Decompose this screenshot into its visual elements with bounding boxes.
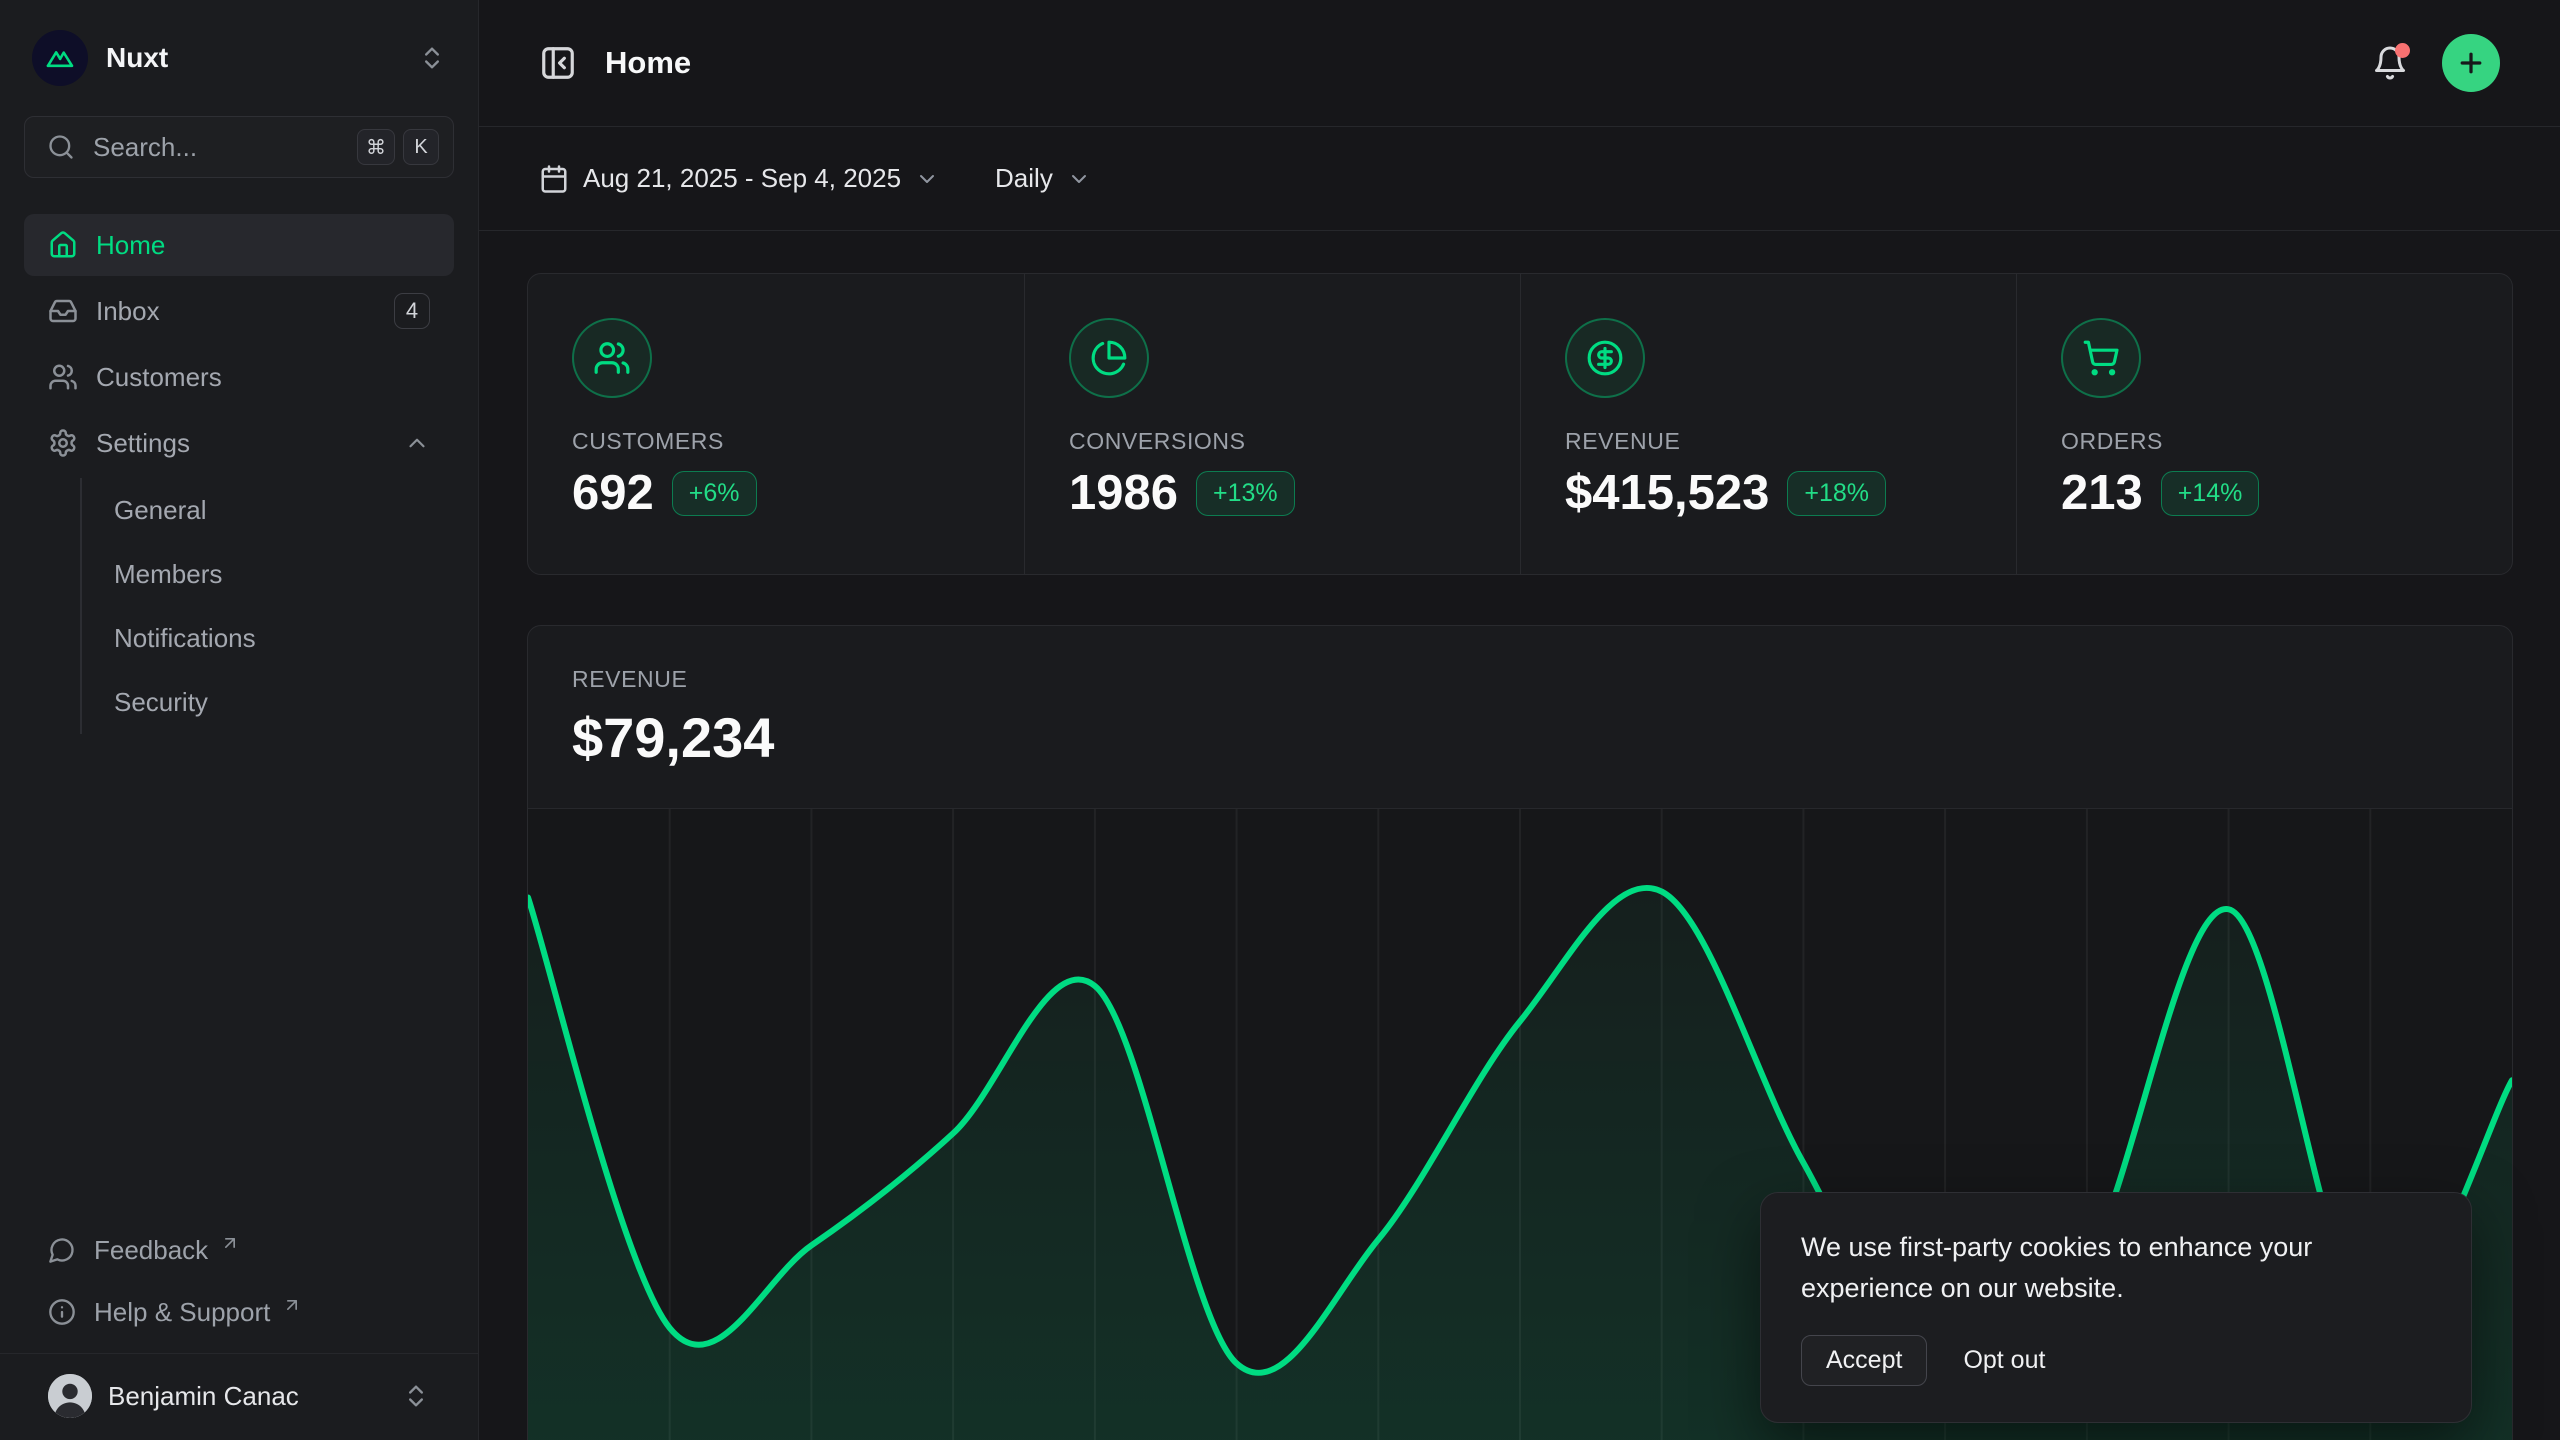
search-icon bbox=[47, 133, 75, 161]
collapse-sidebar-button[interactable] bbox=[539, 44, 577, 82]
period-value: Daily bbox=[995, 163, 1053, 194]
sidebar-item-inbox[interactable]: Inbox 4 bbox=[24, 280, 454, 342]
chat-bubble-icon bbox=[48, 1236, 76, 1264]
stat-value: 1986 bbox=[1069, 465, 1178, 521]
chevron-down-icon bbox=[915, 167, 939, 191]
stat-label: REVENUE bbox=[1565, 428, 1972, 455]
inbox-count-badge: 4 bbox=[394, 293, 430, 329]
sidebar-nav: Home Inbox 4 Customers Settings bbox=[24, 214, 454, 734]
notifications-button[interactable] bbox=[2368, 41, 2412, 85]
date-range-picker[interactable]: Aug 21, 2025 - Sep 4, 2025 bbox=[539, 163, 939, 194]
filters-toolbar: Aug 21, 2025 - Sep 4, 2025 Daily bbox=[479, 127, 2560, 231]
nuxt-logo-icon bbox=[32, 30, 88, 86]
sidebar-item-settings[interactable]: Settings bbox=[24, 412, 454, 474]
sidebar-item-home[interactable]: Home bbox=[24, 214, 454, 276]
sidebar-footer: Feedback Help & Support Benjamin bbox=[24, 1219, 454, 1440]
header-actions bbox=[2368, 34, 2500, 92]
chevron-up-icon bbox=[404, 430, 430, 456]
avatar bbox=[48, 1374, 92, 1418]
stats-row: CUSTOMERS 692 +6% CONVERSIONS 1986 +13% bbox=[527, 273, 2513, 575]
users-icon bbox=[572, 318, 652, 398]
kbd-k: K bbox=[403, 129, 439, 165]
sidebar: Nuxt Search... ⌘ K Home bbox=[0, 0, 479, 1440]
calendar-icon bbox=[539, 164, 569, 194]
sidebar-item-general[interactable]: General bbox=[106, 478, 454, 542]
sidebar-item-label: Home bbox=[96, 230, 430, 261]
stat-revenue: REVENUE $415,523 +18% bbox=[1520, 274, 2016, 574]
help-support-link[interactable]: Help & Support bbox=[24, 1281, 454, 1343]
sidebar-item-label: Customers bbox=[96, 362, 430, 393]
team-switcher[interactable]: Nuxt bbox=[24, 26, 454, 90]
sidebar-item-label: Inbox bbox=[96, 296, 376, 327]
sidebar-item-label: Settings bbox=[96, 428, 386, 459]
pie-chart-icon bbox=[1069, 318, 1149, 398]
user-name: Benjamin Canac bbox=[108, 1381, 386, 1412]
settings-submenu: General Members Notifications Security bbox=[80, 478, 454, 734]
cookie-message: We use first-party cookies to enhance yo… bbox=[1801, 1227, 2415, 1309]
chevrons-up-down-icon bbox=[418, 44, 446, 72]
sidebar-item-notifications[interactable]: Notifications bbox=[106, 606, 454, 670]
stat-label: CUSTOMERS bbox=[572, 428, 980, 455]
external-link-icon bbox=[220, 1233, 240, 1253]
plus-icon bbox=[2456, 48, 2486, 78]
revenue-total: $79,234 bbox=[572, 705, 2468, 770]
stat-label: CONVERSIONS bbox=[1069, 428, 1476, 455]
stat-delta-badge: +14% bbox=[2161, 471, 2260, 516]
sidebar-item-members[interactable]: Members bbox=[106, 542, 454, 606]
accept-cookies-button[interactable]: Accept bbox=[1801, 1335, 1927, 1386]
kbd-cmd: ⌘ bbox=[357, 129, 395, 165]
optout-cookies-button[interactable]: Opt out bbox=[1963, 1346, 2045, 1375]
users-icon bbox=[48, 362, 78, 392]
notification-dot bbox=[2395, 43, 2410, 58]
cookie-banner: We use first-party cookies to enhance yo… bbox=[1760, 1192, 2472, 1423]
shopping-cart-icon bbox=[2061, 318, 2141, 398]
stat-orders: ORDERS 213 +14% bbox=[2016, 274, 2512, 574]
gear-icon bbox=[48, 428, 78, 458]
stat-value: 692 bbox=[572, 465, 654, 521]
stat-value: 213 bbox=[2061, 465, 2143, 521]
feedback-label: Feedback bbox=[94, 1235, 208, 1266]
sidebar-item-customers[interactable]: Customers bbox=[24, 346, 454, 408]
stat-delta-badge: +18% bbox=[1787, 471, 1886, 516]
stat-customers: CUSTOMERS 692 +6% bbox=[528, 274, 1024, 574]
stat-delta-badge: +13% bbox=[1196, 471, 1295, 516]
stat-value: $415,523 bbox=[1565, 465, 1769, 521]
chevrons-up-down-icon bbox=[402, 1382, 430, 1410]
search-input[interactable]: Search... ⌘ K bbox=[24, 116, 454, 178]
date-range-value: Aug 21, 2025 - Sep 4, 2025 bbox=[583, 163, 901, 194]
info-icon bbox=[48, 1298, 76, 1326]
home-icon bbox=[48, 230, 78, 260]
team-name: Nuxt bbox=[106, 42, 400, 74]
sidebar-item-security[interactable]: Security bbox=[106, 670, 454, 734]
revenue-label: REVENUE bbox=[572, 666, 2468, 693]
stat-conversions: CONVERSIONS 1986 +13% bbox=[1024, 274, 1520, 574]
feedback-link[interactable]: Feedback bbox=[24, 1219, 454, 1281]
top-header: Home bbox=[479, 0, 2560, 127]
page-title: Home bbox=[605, 45, 691, 81]
search-shortcut: ⌘ K bbox=[357, 129, 439, 165]
inbox-icon bbox=[48, 296, 78, 326]
external-link-icon bbox=[282, 1295, 302, 1315]
chevron-down-icon bbox=[1067, 167, 1091, 191]
period-select[interactable]: Daily bbox=[995, 163, 1091, 194]
add-button[interactable] bbox=[2442, 34, 2500, 92]
user-menu[interactable]: Benjamin Canac bbox=[24, 1354, 454, 1440]
circle-dollar-icon bbox=[1565, 318, 1645, 398]
stat-label: ORDERS bbox=[2061, 428, 2468, 455]
search-placeholder: Search... bbox=[93, 132, 339, 163]
stat-delta-badge: +6% bbox=[672, 471, 757, 516]
help-support-label: Help & Support bbox=[94, 1297, 270, 1328]
